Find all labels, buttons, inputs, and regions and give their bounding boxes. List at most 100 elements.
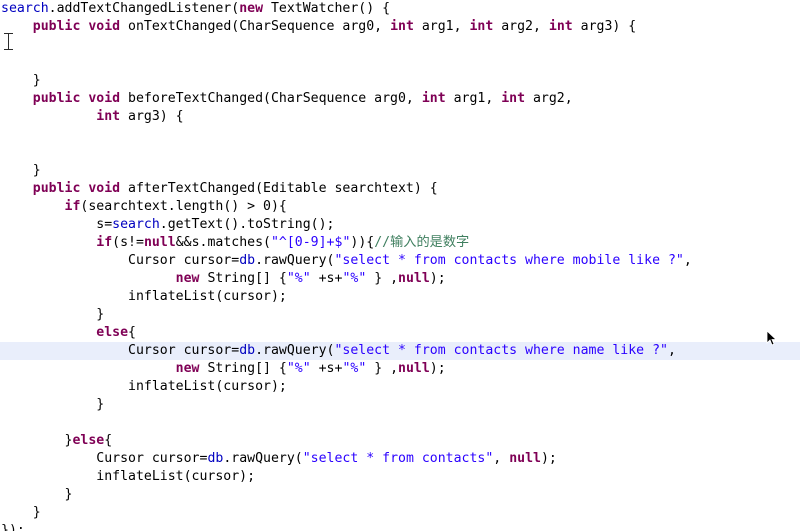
code-token-kw: if: [96, 235, 113, 250]
code-line[interactable]: inflateList(cursor);: [0, 288, 800, 306]
code-line[interactable]: Cursor cursor=db.rawQuery("select * from…: [0, 450, 800, 468]
code-token-str: "select * from contacts where mobile lik…: [334, 253, 684, 268]
code-line[interactable]: inflateList(cursor);: [0, 468, 800, 486]
code-token-plain: +s+: [310, 361, 343, 376]
code-line[interactable]: Cursor cursor=db.rawQuery("select * from…: [0, 342, 800, 360]
code-token-plain: .addTextChangedListener(: [48, 1, 240, 16]
code-token-plain: inflateList(cursor);: [1, 379, 287, 394]
code-token-field: db: [207, 451, 224, 466]
code-token-plain: .rawQuery(: [255, 253, 335, 268]
code-line[interactable]: [0, 414, 800, 432]
code-line[interactable]: }: [0, 486, 800, 504]
code-token-plain: }: [1, 163, 41, 178]
code-token-plain: );: [429, 361, 446, 376]
code-token-plain: {: [104, 433, 113, 448]
code-text-area[interactable]: search.addTextChangedListener(new TextWa…: [0, 0, 800, 531]
code-token-plain: Cursor cursor=: [1, 343, 240, 358]
code-token-plain: ,: [683, 253, 692, 268]
code-token-kw: new: [175, 361, 200, 376]
code-line[interactable]: }: [0, 396, 800, 414]
code-line[interactable]: else{: [0, 324, 800, 342]
code-line[interactable]: int arg3) {: [0, 108, 800, 126]
code-line[interactable]: inflateList(cursor);: [0, 378, 800, 396]
code-token-plain: .rawQuery(: [255, 343, 335, 358]
code-line[interactable]: search.addTextChangedListener(new TextWa…: [0, 0, 800, 18]
code-line[interactable]: new String[] {"%" +s+"%" } ,null);: [0, 360, 800, 378]
code-token-plain: +s+: [310, 271, 343, 286]
code-token-kw: new: [175, 271, 200, 286]
code-line[interactable]: }: [0, 72, 800, 90]
code-token-plain: ,: [667, 343, 676, 358]
code-token-str: "^[0-9]+$": [270, 235, 351, 250]
code-token-plain: String[] {: [199, 361, 287, 376]
code-token-plain: String[] {: [199, 271, 287, 286]
code-token-plain: arg1,: [413, 19, 470, 34]
code-line[interactable]: if(s!=null&&s.matches("^[0-9]+$")){//输入的…: [0, 234, 800, 252]
code-token-kw: null: [398, 361, 430, 376]
code-token-plain: &&s.matches(: [175, 235, 271, 250]
code-token-kw: new: [239, 1, 264, 16]
code-token-plain: .rawQuery(: [223, 451, 303, 466]
code-token-str: "%": [286, 361, 311, 376]
code-token-str: "%": [342, 271, 367, 286]
code-token-field: search: [1, 1, 49, 16]
code-token-kw: else: [96, 325, 129, 340]
code-line[interactable]: [0, 54, 800, 72]
code-token-plain: }: [1, 433, 73, 448]
code-token-plain: });: [1, 523, 25, 531]
code-token-plain: );: [540, 451, 557, 466]
code-line[interactable]: new String[] {"%" +s+"%" } ,null);: [0, 270, 800, 288]
code-line[interactable]: [0, 36, 800, 54]
code-token-plain: }: [1, 397, 105, 412]
code-line[interactable]: [0, 144, 800, 162]
code-token-plain: arg2,: [525, 91, 573, 106]
code-line[interactable]: }: [0, 306, 800, 324]
code-token-plain: arg2,: [493, 19, 549, 34]
code-token-kw: null: [143, 235, 176, 250]
code-line[interactable]: public void onTextChanged(CharSequence a…: [0, 18, 800, 36]
code-token-plain: arg3) {: [120, 109, 184, 124]
code-token-kw: int: [469, 19, 494, 34]
code-token-plain: }: [1, 307, 105, 322]
code-token-plain: TextWatcher() {: [263, 1, 391, 16]
code-token-kw: if: [64, 199, 81, 214]
code-line[interactable]: }else{: [0, 432, 800, 450]
code-token-plain: (s!=: [112, 235, 144, 250]
code-token-plain: onTextChanged(CharSequence arg0,: [120, 19, 391, 34]
code-token-str: "%": [286, 271, 311, 286]
code-token-plain: afterTextChanged(Editable searchtext) {: [120, 181, 438, 196]
code-token-str: "%": [342, 361, 367, 376]
code-token-plain: }: [1, 487, 73, 502]
code-token-field: db: [239, 343, 256, 358]
code-token-kw: int: [390, 19, 414, 34]
code-token-plain: } ,: [366, 271, 399, 286]
code-line[interactable]: }: [0, 504, 800, 522]
code-line[interactable]: }: [0, 162, 800, 180]
code-token-plain: .getText().toString();: [159, 217, 335, 232]
code-line[interactable]: public void afterTextChanged(Editable se…: [0, 180, 800, 198]
code-line[interactable]: public void beforeTextChanged(CharSequen…: [0, 90, 800, 108]
code-token-plain: );: [429, 271, 446, 286]
code-token-cmt: //输入的是数字: [374, 235, 470, 250]
code-line[interactable]: });: [0, 522, 800, 531]
code-line[interactable]: if(searchtext.length() > 0){: [0, 198, 800, 216]
code-token-kw: int: [548, 19, 573, 34]
code-editor-pane[interactable]: search.addTextChangedListener(new TextWa…: [0, 0, 800, 531]
code-line[interactable]: s=search.getText().toString();: [0, 216, 800, 234]
code-token-plain: {: [128, 325, 136, 340]
code-token-kw: else: [72, 433, 105, 448]
code-token-plain: }: [1, 73, 41, 88]
code-line[interactable]: Cursor cursor=db.rawQuery("select * from…: [0, 252, 800, 270]
code-line[interactable]: [0, 126, 800, 144]
code-token-plain: inflateList(cursor);: [1, 289, 287, 304]
code-token-plain: ,: [493, 451, 510, 466]
code-token-plain: Cursor cursor=: [1, 451, 208, 466]
code-token-kw: int: [501, 91, 526, 106]
